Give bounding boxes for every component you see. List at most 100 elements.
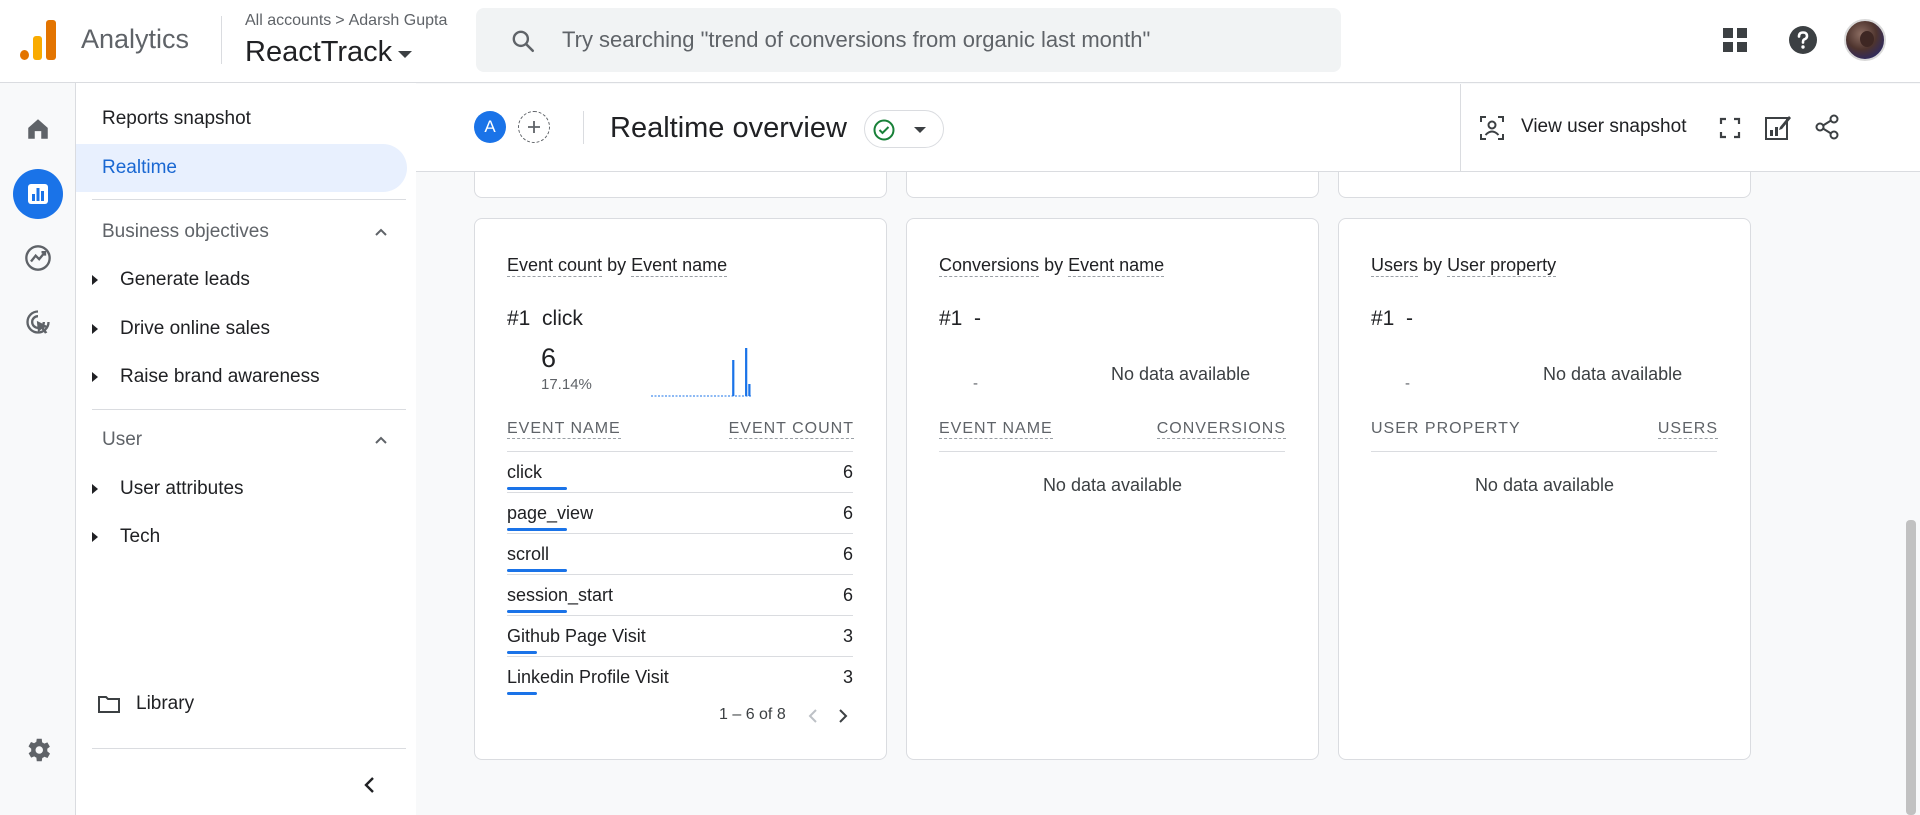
metric-selector[interactable]: Event count <box>507 255 603 277</box>
table-row[interactable]: Linkedin Profile Visit 3 <box>507 656 853 697</box>
event-name-cell: Github Page Visit <box>507 626 646 646</box>
card-fragment <box>906 172 1319 198</box>
fullscreen-icon[interactable] <box>1719 117 1741 139</box>
nav-item-drive-online-sales[interactable]: Drive online sales <box>92 318 270 340</box>
dimension-selector[interactable]: User property <box>1447 255 1557 277</box>
nav-realtime[interactable]: Realtime <box>76 144 407 192</box>
apps-grid-icon[interactable] <box>1722 27 1748 53</box>
chevron-up-icon[interactable] <box>372 431 390 449</box>
event-count-cell: 6 <box>842 503 853 523</box>
expand-arrow-icon <box>92 532 98 542</box>
sparkline-bar <box>745 348 748 396</box>
event-table: click 6 page_view 6 scroll 6 session_start 6 Git… <box>507 451 853 697</box>
search-input[interactable] <box>562 20 1322 60</box>
sparkline-bar <box>748 384 751 396</box>
top-item-name: click <box>542 307 583 330</box>
view-user-snapshot-button[interactable]: View user snapshot <box>1521 116 1686 138</box>
collapse-nav-icon[interactable] <box>362 775 378 795</box>
account-avatar[interactable] <box>1844 19 1886 61</box>
left-rail <box>0 83 76 815</box>
user-snapshot-icon[interactable] <box>1479 115 1505 141</box>
home-icon <box>28 119 48 139</box>
rail-home[interactable] <box>13 104 63 154</box>
no-data-message: No data available <box>1474 475 1615 495</box>
nav-realtime-label: Realtime <box>102 157 177 178</box>
search-icon <box>512 30 535 53</box>
breadcrumb-account[interactable]: Adarsh Gupta <box>349 12 448 29</box>
breadcrumb-all-accounts[interactable]: All accounts <box>245 12 331 29</box>
share-bar <box>507 651 537 654</box>
table-row[interactable]: page_view 6 <box>507 492 853 533</box>
nav-item-label: User attributes <box>120 478 244 499</box>
nav-item-label: Drive online sales <box>120 318 270 339</box>
top-item: #1 - <box>939 307 982 330</box>
nav-library-label: Library <box>136 693 195 714</box>
data-status-chip[interactable] <box>864 110 944 148</box>
col-header-conversions[interactable]: CONVERSIONS <box>1156 420 1286 439</box>
analytics-logo[interactable] <box>20 20 56 60</box>
col-header-event-count[interactable]: EVENT COUNT <box>728 420 854 439</box>
expand-arrow-icon <box>92 275 98 285</box>
nav-divider <box>92 748 406 749</box>
table-row[interactable]: scroll 6 <box>507 533 853 574</box>
event-count-card: Event count by Event name #1 click 6 17.… <box>474 218 887 760</box>
conversions-card: Conversions by Event name #1 - - No data… <box>906 218 1319 760</box>
expand-arrow-icon <box>92 484 98 494</box>
nav-item-tech[interactable]: Tech <box>92 526 160 548</box>
advertising-icon <box>26 310 50 334</box>
table-row[interactable]: Github Page Visit 3 <box>507 615 853 656</box>
table-row[interactable]: session_start 6 <box>507 574 853 615</box>
comparison-chip-a[interactable]: A <box>474 111 506 143</box>
top-item-value: 6 <box>541 343 557 373</box>
chevron-up-icon[interactable] <box>372 223 390 241</box>
col-header-users[interactable]: USERS <box>1657 420 1718 439</box>
dimension-selector[interactable]: Event name <box>631 255 728 277</box>
breadcrumb[interactable]: All accounts > Adarsh Gupta <box>245 12 447 30</box>
metric-selector[interactable]: Users <box>1371 255 1419 277</box>
metric-selector[interactable]: Conversions <box>939 255 1040 277</box>
previous-page-icon[interactable] <box>807 707 819 725</box>
nav-item-raise-brand-awareness[interactable]: Raise brand awareness <box>92 366 320 388</box>
col-header-event-name[interactable]: EVENT NAME <box>507 420 621 439</box>
nav-item-label: Raise brand awareness <box>120 366 320 387</box>
pagination: 1 – 6 of 8 <box>719 706 786 724</box>
customize-report-icon[interactable] <box>1764 113 1792 141</box>
nav-section-business-objectives[interactable]: Business objectives <box>102 221 269 243</box>
nav-section-user[interactable]: User <box>102 429 142 451</box>
help-icon[interactable] <box>1788 25 1818 55</box>
share-icon[interactable] <box>1814 114 1840 140</box>
rail-explore[interactable] <box>13 233 63 283</box>
card-title: Users by User property <box>1371 255 1557 277</box>
nav-reports-snapshot[interactable]: Reports snapshot <box>102 108 251 130</box>
top-item: #1 - <box>1371 307 1414 330</box>
rank-label: #1 <box>507 307 531 330</box>
nav-item-user-attributes[interactable]: User attributes <box>92 478 244 500</box>
rail-advertising[interactable] <box>13 297 63 347</box>
expand-arrow-icon <box>92 324 98 334</box>
top-bar: Analytics All accounts > Adarsh Gupta Reac… <box>0 0 1920 83</box>
caret-down-icon <box>914 127 926 133</box>
table-row[interactable]: click 6 <box>507 451 853 492</box>
rail-reports[interactable] <box>13 169 63 219</box>
property-selector[interactable]: ReactTrack <box>245 36 413 69</box>
table-divider <box>939 451 1285 452</box>
top-item: #1 click <box>507 307 583 331</box>
breadcrumb-separator: > <box>335 12 345 29</box>
sparkline-chart <box>651 348 751 397</box>
dimension-selector[interactable]: Event name <box>1068 255 1165 277</box>
page-scrollbar[interactable] <box>1906 520 1916 815</box>
nav-item-label: Generate leads <box>120 269 250 290</box>
nav-library[interactable]: Library <box>98 693 194 715</box>
search-bar[interactable] <box>476 8 1341 72</box>
app-name: Analytics <box>81 24 190 54</box>
nav-item-generate-leads[interactable]: Generate leads <box>92 269 250 291</box>
nav-divider <box>92 199 406 200</box>
top-item-percent: 17.14% <box>541 376 592 393</box>
col-header-event-name[interactable]: EVENT NAME <box>939 420 1053 439</box>
card-fragment <box>474 172 887 198</box>
col-header-user-property[interactable]: USER PROPERTY <box>1371 420 1521 438</box>
add-comparison-button[interactable] <box>518 111 550 143</box>
rail-admin[interactable] <box>13 725 63 775</box>
next-page-icon[interactable] <box>837 707 849 725</box>
header-divider <box>583 111 584 144</box>
